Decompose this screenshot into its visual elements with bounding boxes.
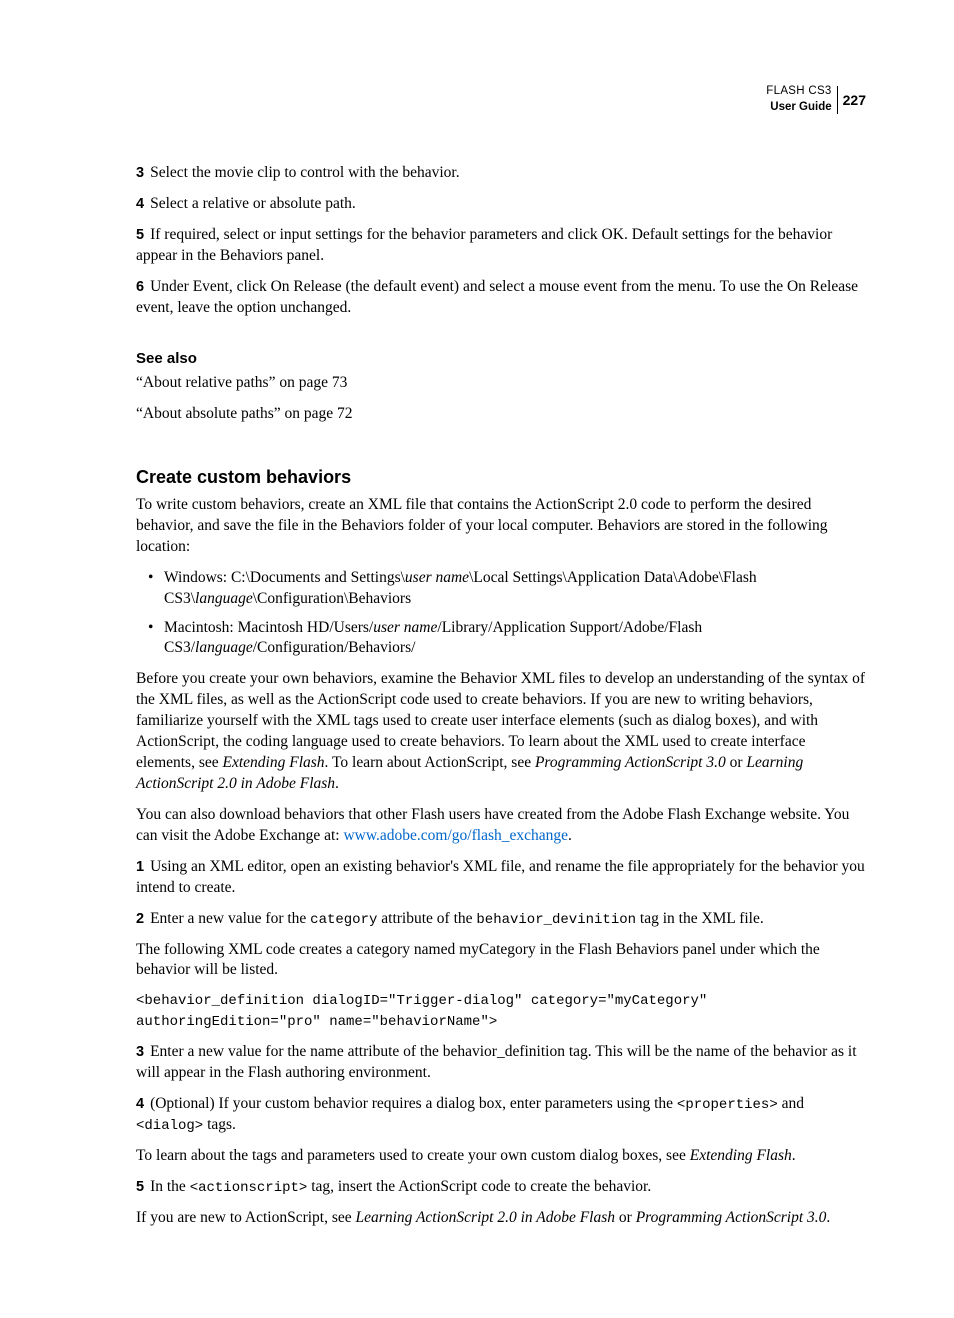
paragraph: The following XML code creates a categor… <box>136 940 866 982</box>
exchange-link[interactable]: www.adobe.com/go/flash_exchange <box>343 827 568 844</box>
step-text: Enter a new value for the name attribute… <box>136 1043 857 1081</box>
page: FLASH CS3 User Guide 227 3 Select the mov… <box>0 0 954 1318</box>
see-also-item: “About relative paths” on page 73 <box>136 373 866 394</box>
page-header: FLASH CS3 User Guide 227 <box>136 80 866 115</box>
step-5: 5If required, select or input settings f… <box>136 225 866 267</box>
header-inner: FLASH CS3 User Guide 227 <box>766 84 866 115</box>
step-num: 1 <box>136 859 144 875</box>
step-num: 2 <box>136 911 144 927</box>
header-titles: FLASH CS3 User Guide <box>766 84 831 115</box>
step-text: Using an XML editor, open an existing be… <box>136 858 865 896</box>
step-text: Select the movie clip to control with th… <box>150 164 460 181</box>
page-number: 227 <box>837 86 866 114</box>
step-num: 3 <box>136 165 144 181</box>
step-5b: 5In the <actionscript> tag, insert the A… <box>136 1177 866 1198</box>
step-num: 3 <box>136 1044 144 1060</box>
step-text: Select a relative or absolute path. <box>150 195 356 212</box>
step-1: 1Using an XML editor, open an existing b… <box>136 857 866 899</box>
paragraph: You can also download behaviors that oth… <box>136 805 866 847</box>
step-text: If required, select or input settings fo… <box>136 226 832 264</box>
header-product: FLASH CS3 <box>766 84 831 100</box>
step-3: 3 Select the movie clip to control with t… <box>136 163 866 184</box>
see-also-item: “About absolute paths” on page 72 <box>136 404 866 425</box>
step-num: 5 <box>136 1179 144 1195</box>
step-num: 4 <box>136 1096 144 1112</box>
step-num: 6 <box>136 279 144 295</box>
paragraph: Before you create your own behaviors, ex… <box>136 669 866 795</box>
step-3b: 3Enter a new value for the name attribut… <box>136 1042 866 1084</box>
header-guide: User Guide <box>766 100 831 116</box>
step-2: 2Enter a new value for the category attr… <box>136 909 866 930</box>
step-4: 4 Select a relative or absolute path. <box>136 194 866 215</box>
section-heading: Create custom behaviors <box>136 465 866 489</box>
paragraph: To learn about the tags and parameters u… <box>136 1146 866 1167</box>
see-also-heading: See also <box>136 349 866 369</box>
step-6: 6Under Event, click On Release (the defa… <box>136 277 866 319</box>
step-num: 5 <box>136 227 144 243</box>
location-list: Windows: C:\Documents and Settings\user … <box>136 568 866 660</box>
section-intro: To write custom behaviors, create an XML… <box>136 495 866 558</box>
list-item: Macintosh: Macintosh HD/Users/user name/… <box>136 618 866 660</box>
step-num: 4 <box>136 196 144 212</box>
paragraph: If you are new to ActionScript, see Lear… <box>136 1208 866 1229</box>
list-item: Windows: C:\Documents and Settings\user … <box>136 568 866 610</box>
step-4b: 4(Optional) If your custom behavior requ… <box>136 1094 866 1136</box>
code-block: <behavior_definition dialogID="Trigger-d… <box>136 991 866 1032</box>
step-text: Under Event, click On Release (the defau… <box>136 278 858 316</box>
